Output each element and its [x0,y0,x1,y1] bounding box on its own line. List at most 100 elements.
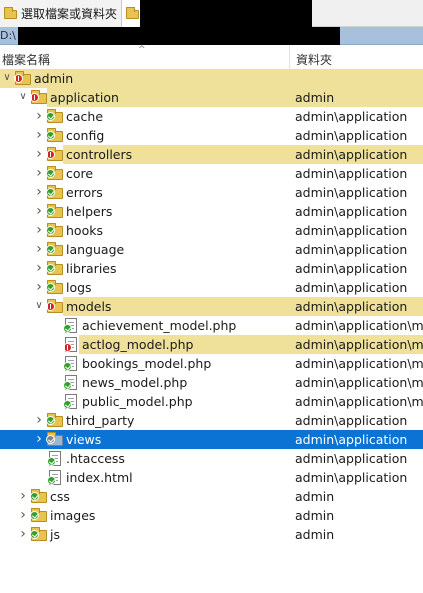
status-badge-icon [30,530,39,539]
file-icon [63,394,79,409]
tree-row[interactable]: news_model.php admin\application\m... [0,373,423,392]
tree-item-name: bookings_model.php [82,356,212,371]
status-badge-icon [46,264,55,273]
tree-item-folder: admin\application [295,109,408,124]
status-badge-icon [46,283,55,292]
tree-item-folder: admin\application\m... [295,337,423,352]
status-badge-icon [63,362,72,371]
tree-item-name: config [66,128,105,143]
tree-row[interactable]: achievement_model.php admin\application\m… [0,316,423,335]
tree-item-name: css [50,489,70,504]
tree-row[interactable]: › hooks admin\application [0,221,423,240]
tree-item-folder: admin\application [295,147,408,162]
tree-row[interactable]: › js admin [0,525,423,544]
tree-item-name: index.html [66,470,133,485]
status-badge-icon [47,476,56,485]
status-badge-icon [46,112,55,121]
tree-item-folder: admin [295,489,335,504]
tree-row[interactable]: ∨ admin [0,69,423,88]
tree-row[interactable]: › controllers admin\application [0,145,423,164]
tree-item-name: libraries [66,261,117,276]
column-headers: 檔案名稱 ^ 資料夾 [0,45,423,70]
tree-row[interactable]: .htaccess admin\application [0,449,423,468]
chevron-right-icon[interactable]: › [34,128,44,142]
tree-row[interactable]: › config admin\application [0,126,423,145]
tree-item-name: errors [66,185,103,200]
status-badge-icon [46,188,55,197]
tree-item-name: news_model.php [82,375,188,390]
folder-icon [30,508,47,522]
tree-item-name: public_model.php [82,394,193,409]
tree-item-name: models [66,299,112,314]
tree-item-name: admin [34,71,74,86]
file-icon [47,470,63,485]
tree-item-name: .htaccess [66,451,125,466]
status-badge-icon [63,343,72,352]
tree-row[interactable]: ∨ models admin\application [0,297,423,316]
tree-row[interactable]: › logs admin\application [0,278,423,297]
tree-row[interactable]: › cache admin\application [0,107,423,126]
folder-icon [46,109,63,123]
chevron-down-icon[interactable]: ∨ [34,300,44,312]
tree-item-folder: admin\application [295,299,408,314]
tree-row[interactable]: › css admin [0,487,423,506]
folder-icon [126,6,140,20]
folder-icon [30,527,47,541]
folder-icon [46,204,63,218]
tree-row[interactable]: › images admin [0,506,423,525]
folder-icon [46,432,63,446]
folder-icon [46,242,63,256]
chevron-right-icon[interactable]: › [34,280,44,294]
status-badge-icon [46,150,55,159]
chevron-right-icon[interactable]: › [34,166,44,180]
tree-row[interactable]: › errors admin\application [0,183,423,202]
tree-row[interactable]: bookings_model.php admin\application\m... [0,354,423,373]
tree-item-folder: admin\application [295,470,408,485]
tree-row[interactable]: ∨ application admin [0,88,423,107]
chevron-right-icon[interactable]: › [18,508,28,522]
tree-row[interactable]: › helpers admin\application [0,202,423,221]
column-header-folder[interactable]: 資料夾 [291,45,423,70]
status-badge-icon [30,492,39,501]
chevron-right-icon[interactable]: › [18,527,28,541]
tab-select-files[interactable]: 選取檔案或資料夾 [0,0,122,27]
tree-item-folder: admin [295,527,335,542]
tree-item-name: third_party [66,413,135,428]
tree-item-folder: admin\application\m... [295,375,423,390]
tree-row[interactable]: › language admin\application [0,240,423,259]
tree-row[interactable]: public_model.php admin\application\m... [0,392,423,411]
tree-row[interactable]: › views admin\application [0,430,423,449]
tree-item-folder: admin\application [295,242,408,257]
file-icon [47,451,63,466]
tree-item-name: controllers [66,147,133,162]
chevron-right-icon[interactable]: › [34,413,44,427]
chevron-right-icon[interactable]: › [34,261,44,275]
status-badge-icon [46,226,55,235]
tree-item-name: application [50,90,119,105]
chevron-right-icon[interactable]: › [34,432,44,446]
tree-item-name: core [66,166,94,181]
chevron-right-icon[interactable]: › [34,204,44,218]
chevron-right-icon[interactable]: › [34,242,44,256]
tab-current[interactable] [122,0,312,27]
chevron-right-icon[interactable]: › [34,109,44,123]
file-icon [63,318,79,333]
chevron-right-icon[interactable]: › [18,489,28,503]
chevron-down-icon[interactable]: ∨ [18,91,28,103]
chevron-down-icon[interactable]: ∨ [2,72,12,84]
tree-row[interactable]: › core admin\application [0,164,423,183]
tree-item-name: images [50,508,96,523]
chevron-right-icon[interactable]: › [34,223,44,237]
redacted-region [140,0,312,27]
redacted-region [18,27,340,45]
tree-row[interactable]: › third_party admin\application [0,411,423,430]
status-badge-icon [63,381,72,390]
chevron-right-icon[interactable]: › [34,185,44,199]
tree-row[interactable]: actlog_model.php admin\application\m... [0,335,423,354]
address-text: D:\ [0,29,16,42]
status-badge-icon [30,511,39,520]
tree-row[interactable]: index.html admin\application [0,468,423,487]
chevron-right-icon[interactable]: › [34,147,44,161]
tree-row[interactable]: › libraries admin\application [0,259,423,278]
address-bar[interactable]: D:\ [0,27,423,45]
